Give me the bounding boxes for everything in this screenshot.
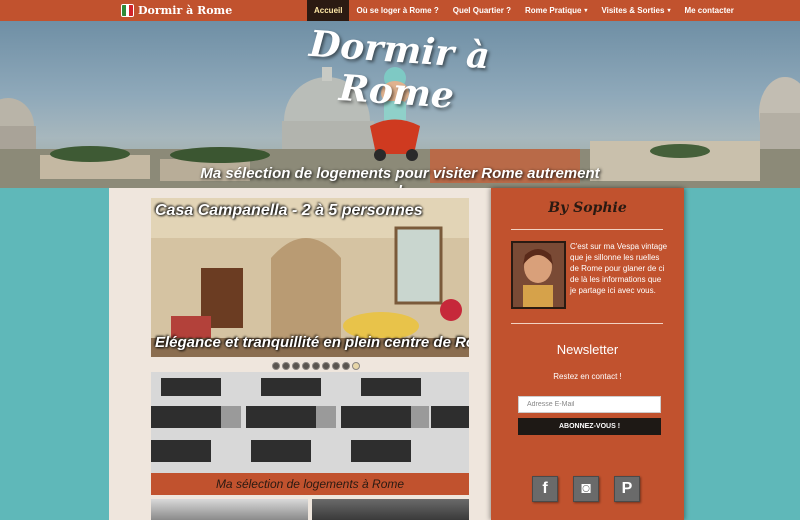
slider-dot[interactable] <box>272 362 280 370</box>
slider-dot[interactable] <box>342 362 350 370</box>
thumbnail-right[interactable] <box>312 499 469 520</box>
newsletter-title: Newsletter <box>556 342 619 357</box>
chevron-down-icon: ▾ <box>584 8 588 14</box>
author-avatar <box>511 241 566 309</box>
slider-pagination <box>272 362 360 370</box>
slider-dot[interactable] <box>352 362 360 370</box>
italy-flag-icon <box>121 4 134 17</box>
slide-title: Casa Campanella - 2 à 5 personnes <box>155 202 423 219</box>
nav-item-4[interactable]: Visites & Sorties ▾ <box>594 0 677 21</box>
instagram-icon[interactable]: ◙ <box>573 476 599 502</box>
main-menu: Accueil Où se loger à Rome ? Quel Quartier… <box>307 0 741 21</box>
nav-item-label: Visites & Sorties <box>601 6 665 15</box>
newsletter-subtitle: Restez en contact ! <box>553 372 622 381</box>
slider-dot[interactable] <box>292 362 300 370</box>
hero-tagline: Ma sélection de logements pour visiter R… <box>200 165 600 188</box>
brand-name: Dormir à Rome <box>138 4 233 17</box>
nav-item-1[interactable]: Où se loger à Rome ? <box>349 0 445 21</box>
divider <box>511 323 663 324</box>
facebook-icon[interactable]: f <box>532 476 558 502</box>
nav-item-5[interactable]: Me contacter <box>677 0 740 21</box>
nav-item-3[interactable]: Rome Pratique ▾ <box>518 0 594 21</box>
slider-dot[interactable] <box>322 362 330 370</box>
listing-card-caption[interactable]: Ma sélection de logements à Rome <box>151 473 469 495</box>
nav-item-0[interactable]: Accueil <box>307 0 350 21</box>
slider-dot[interactable] <box>282 362 290 370</box>
top-nav: Dormir à Rome Accueil Où se loger à Rome … <box>0 0 800 21</box>
subscribe-button[interactable]: ABONNEZ-VOUS ! <box>518 418 661 435</box>
chevron-down-icon: ▾ <box>667 8 671 14</box>
sidebar: By Sophie C'est sur ma Vespa vintage que… <box>491 188 684 520</box>
featured-slide[interactable]: Casa Campanella - 2 à 5 personnes Elégan… <box>151 198 469 357</box>
divider <box>511 229 663 230</box>
social-links: f ◙ P <box>532 476 640 502</box>
thumbnail-left[interactable] <box>151 499 308 520</box>
slider-dot[interactable] <box>332 362 340 370</box>
nav-item-2[interactable]: Quel Quartier ? <box>446 0 518 21</box>
slider-dot[interactable] <box>312 362 320 370</box>
author-title: By Sophie <box>548 200 627 216</box>
email-field[interactable] <box>518 396 661 413</box>
nav-item-label: Où se loger à Rome ? <box>356 6 439 15</box>
slide-caption: Elégance et tranquillité en plein centre… <box>155 334 469 351</box>
pinterest-icon[interactable]: P <box>614 476 640 502</box>
nav-item-label: Quel Quartier ? <box>452 6 511 15</box>
nav-item-label: Me contacter <box>684 6 734 15</box>
slider-dot[interactable] <box>302 362 310 370</box>
nav-item-label: Accueil <box>314 6 343 15</box>
main-content: Casa Campanella - 2 à 5 personnes Elégan… <box>109 188 491 520</box>
author-bio: C'est sur ma Vespa vintage que je sillon… <box>570 242 668 295</box>
nav-item-label: Rome Pratique <box>524 6 582 15</box>
brand-logo[interactable]: Dormir à Rome <box>121 2 232 19</box>
hero-title: Dormir à Rome <box>307 22 492 117</box>
hero-banner: Dormir à Rome Ma sélection de logements … <box>0 21 800 188</box>
